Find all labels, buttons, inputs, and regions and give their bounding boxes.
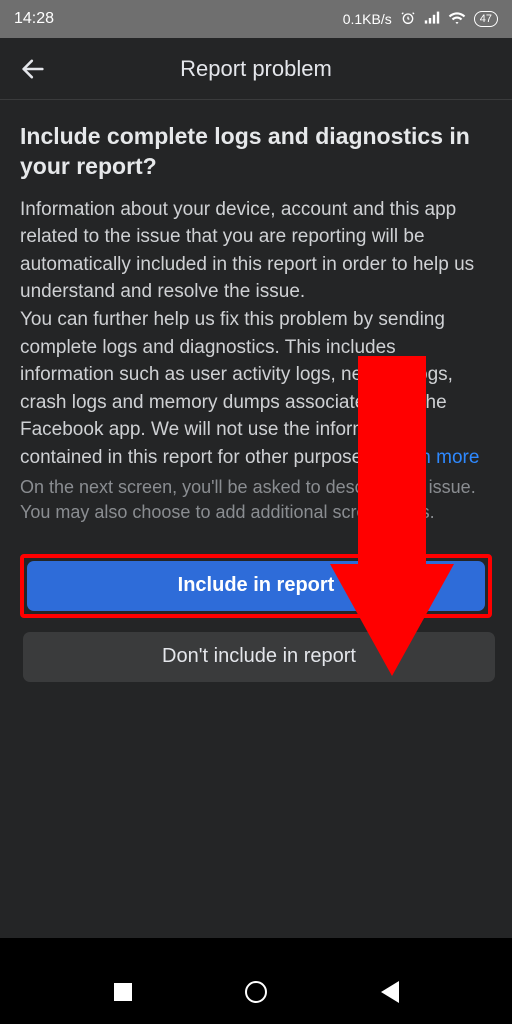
status-time: 14:28 — [14, 10, 54, 28]
exclude-button[interactable]: Don't include in report — [23, 632, 495, 682]
paragraph-2: You can further help us fix this problem… — [20, 309, 453, 468]
nav-recent-icon[interactable] — [114, 983, 132, 1001]
paragraph-1: Information about your device, account a… — [20, 199, 474, 303]
status-speed: 0.1KB/s — [343, 11, 392, 27]
learn-more-link[interactable]: Learn more — [382, 447, 479, 468]
nav-home-icon[interactable] — [245, 981, 267, 1003]
wifi-icon — [448, 10, 466, 29]
content-heading: Include complete logs and diagnostics in… — [20, 122, 492, 182]
android-nav-bar — [0, 960, 512, 1024]
app-header: Report problem — [0, 38, 512, 100]
subnote-text: On the next screen, you'll be asked to d… — [20, 475, 492, 525]
main-content: Include complete logs and diagnostics in… — [0, 100, 512, 938]
page-title: Report problem — [50, 56, 462, 82]
include-button[interactable]: Include in report — [27, 561, 485, 611]
battery-indicator: 47 — [474, 11, 498, 27]
include-button-highlight: Include in report — [20, 554, 492, 618]
nav-back-icon[interactable] — [381, 981, 399, 1003]
status-bar: 14:28 0.1KB/s 47 — [0, 0, 512, 38]
signal-icon — [424, 10, 440, 29]
back-button[interactable] — [16, 52, 50, 86]
button-group: Include in report Don't include in repor… — [20, 554, 492, 682]
alarm-icon — [400, 10, 416, 29]
content-body: Information about your device, account a… — [20, 196, 492, 471]
